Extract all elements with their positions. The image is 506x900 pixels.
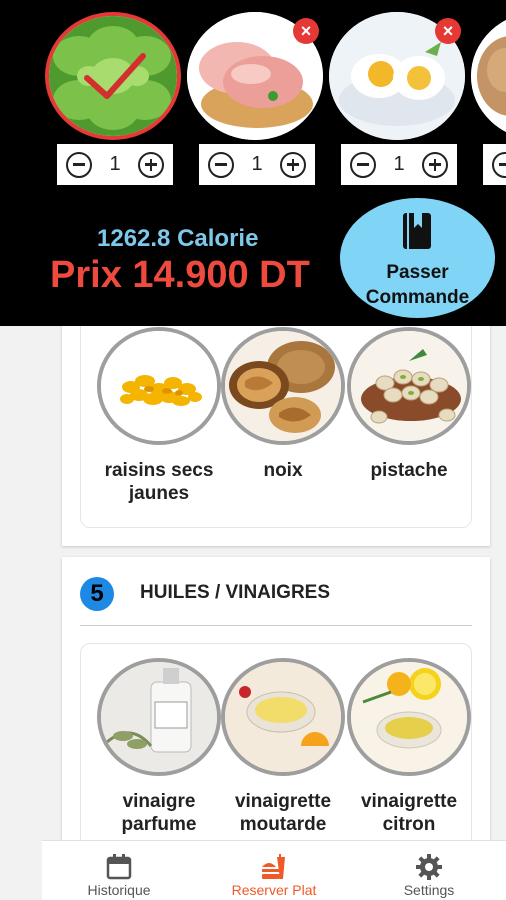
minus-icon[interactable] xyxy=(66,151,92,178)
nav-label: Reserver Plat xyxy=(231,882,317,898)
calendar-icon xyxy=(106,854,132,880)
food-item-pistache[interactable]: pistache xyxy=(347,327,471,482)
nav-label: Settings xyxy=(403,882,455,898)
selected-item-jambon[interactable]: × 1 xyxy=(187,12,323,185)
section-card-huiles: 5 HUILES / VINAIGRES vinaigre parfume vi… xyxy=(62,557,490,853)
quantity-stepper: 1 xyxy=(199,144,315,185)
nav-label: Historique xyxy=(87,882,151,898)
order-summary-header: 1 × 1 × 1 1262.8 Calorie Prix 14.900 DT … xyxy=(0,0,506,326)
selected-item-thon[interactable]: 1 xyxy=(471,12,506,185)
section-card-nuts: raisins secs jaunes noix pistache xyxy=(62,290,490,546)
quantity-value: 1 xyxy=(393,153,405,175)
food-item-label: vinaigrette citron xyxy=(360,791,458,835)
items-grid: vinaigre parfume vinaigrette moutarde vi… xyxy=(80,643,472,853)
minus-icon[interactable] xyxy=(492,151,506,178)
food-item-noix[interactable]: noix xyxy=(221,327,345,482)
selected-item-laitue[interactable]: 1 xyxy=(45,12,181,185)
food-order-icon xyxy=(262,854,285,879)
quantity-value: 1 xyxy=(109,153,121,175)
quantity-value: 1 xyxy=(251,153,263,175)
pistache-image xyxy=(347,327,471,445)
vinaigrette-moutarde-image xyxy=(221,658,345,776)
nav-settings[interactable]: Settings xyxy=(352,841,506,900)
plus-icon[interactable] xyxy=(138,151,164,178)
food-item-label: vinaigrette moutarde xyxy=(234,791,332,835)
food-item-vinaigrette-moutarde[interactable]: vinaigrette moutarde xyxy=(221,658,345,836)
minus-icon[interactable] xyxy=(208,151,234,178)
place-order-button[interactable]: Passer Commande xyxy=(340,198,495,318)
nav-reserver-plat[interactable]: Reserver Plat xyxy=(197,841,351,900)
remove-icon[interactable]: × xyxy=(293,18,319,44)
raisins-image xyxy=(97,327,221,445)
food-item-vinaigre-parfume[interactable]: vinaigre parfume xyxy=(97,658,221,836)
vinaigrette-citron-image xyxy=(347,658,471,776)
gear-icon xyxy=(416,854,442,880)
food-item-label: pistache xyxy=(370,460,448,481)
plus-icon[interactable] xyxy=(422,151,448,178)
quantity-stepper: 1 xyxy=(57,144,173,185)
book-icon xyxy=(403,213,431,249)
section-number-badge: 5 xyxy=(80,577,114,611)
food-item-raisins[interactable]: raisins secs jaunes xyxy=(97,327,221,505)
nav-historique[interactable]: Historique xyxy=(42,841,196,900)
place-order-label: Passer Commande xyxy=(365,262,470,308)
remove-icon[interactable]: × xyxy=(435,18,461,44)
food-item-label: noix xyxy=(263,460,303,481)
price-total: Prix 14.900 DT xyxy=(50,254,310,296)
quantity-stepper: 1 xyxy=(483,144,506,185)
section-divider xyxy=(80,625,472,626)
food-item-label: vinaigre parfume xyxy=(121,791,197,835)
selected-item-oeuf[interactable]: × 1 xyxy=(329,12,465,185)
vinaigre-parfume-image xyxy=(97,658,221,776)
plus-icon[interactable] xyxy=(280,151,306,178)
section-title: HUILES / VINAIGRES xyxy=(140,582,331,603)
thon-image[interactable] xyxy=(471,12,506,140)
calorie-total: 1262.8 Calorie xyxy=(97,225,259,252)
minus-icon[interactable] xyxy=(350,151,376,178)
laitue-image[interactable] xyxy=(45,12,181,140)
quantity-stepper: 1 xyxy=(341,144,457,185)
noix-image xyxy=(221,327,345,445)
food-item-label: raisins secs jaunes xyxy=(104,460,214,504)
food-item-vinaigrette-citron[interactable]: vinaigrette citron xyxy=(347,658,471,836)
bottom-navigation: Historique Reserver Plat Settings xyxy=(42,840,506,900)
